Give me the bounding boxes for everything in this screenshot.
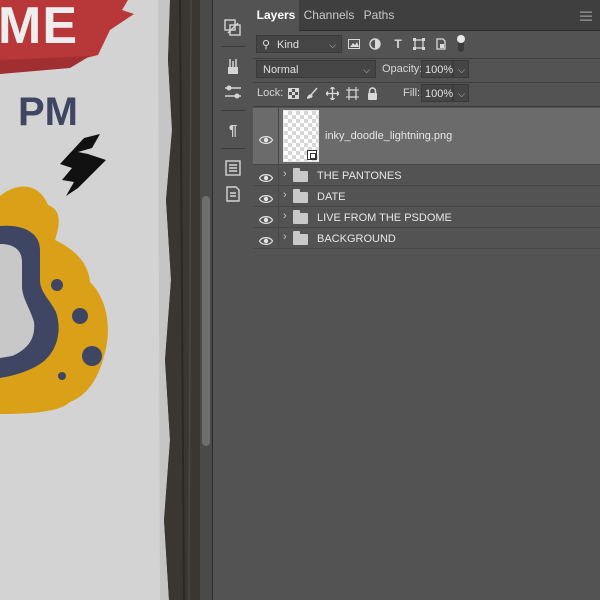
layer-row[interactable]: › DATE	[253, 186, 600, 207]
brushes-icon[interactable]	[223, 56, 243, 76]
canvas-vertical-scrollbar[interactable]	[200, 0, 212, 600]
layer-name[interactable]: LIVE FROM THE PSDOME	[317, 212, 452, 224]
folder-icon	[293, 189, 308, 203]
column-divider	[278, 228, 279, 248]
image-filter-icon[interactable]	[346, 36, 362, 52]
filter-kind-select[interactable]: ⚲ Kind ⌵	[256, 35, 342, 53]
chevron-down-icon: ⌵	[458, 89, 465, 99]
column-divider	[278, 108, 279, 164]
layer-row[interactable]: › BACKGROUND	[253, 228, 600, 249]
visibility-eye-icon[interactable]	[258, 233, 274, 245]
filter-row: ⚲ Kind ⌵ T	[253, 34, 600, 58]
folder-icon	[293, 168, 308, 182]
visibility-eye-icon[interactable]	[258, 191, 274, 203]
notes-icon[interactable]	[223, 184, 243, 204]
type-filter-icon[interactable]: T	[390, 36, 406, 52]
tool-divider	[221, 46, 245, 47]
lock-row: Lock: Fill: 100% ⌵	[253, 83, 600, 107]
document-canvas[interactable]: ME PM	[0, 0, 200, 600]
layer-thumbnail[interactable]	[283, 110, 319, 162]
lock-image-pixels-icon[interactable]	[305, 85, 321, 101]
layer-row[interactable]: › THE PANTONES	[253, 165, 600, 186]
lock-all-icon[interactable]	[364, 85, 380, 101]
opacity-input[interactable]: 100%	[421, 60, 453, 78]
blend-row: Normal ⌵ Opacity: 100% ⌵	[253, 59, 600, 83]
panel-tab-bar: Layers Channels Paths — — —	[253, 0, 600, 31]
fill-label: Fill:	[403, 87, 421, 99]
lock-label: Lock:	[257, 87, 284, 99]
lock-artboard-icon[interactable]	[344, 85, 360, 101]
chevron-down-icon: ⌵	[363, 65, 370, 75]
layers-list: inky_doodle_lightning.png › THE PANTONES…	[253, 108, 600, 252]
scrollbar-thumb[interactable]	[202, 196, 210, 446]
expand-caret-icon[interactable]: ›	[283, 210, 287, 222]
column-divider	[278, 207, 279, 227]
panel-menu-icon[interactable]: — — —	[580, 5, 592, 25]
lock-transparent-pixels-icon[interactable]	[285, 85, 301, 101]
visibility-eye-icon[interactable]	[258, 170, 274, 182]
shape-filter-icon[interactable]	[411, 36, 427, 52]
folder-icon	[293, 231, 308, 245]
adjust-icon[interactable]	[223, 82, 243, 102]
layer-row[interactable]: inky_doodle_lightning.png	[253, 108, 600, 165]
chevron-down-icon: ⌵	[458, 65, 465, 75]
visibility-eye-icon[interactable]	[258, 212, 274, 224]
libraries-icon[interactable]	[223, 18, 243, 38]
smart-object-badge-icon	[307, 150, 317, 160]
layer-name[interactable]: THE PANTONES	[317, 170, 402, 182]
column-divider	[278, 165, 279, 185]
panel-icon-strip: ¶	[212, 0, 254, 600]
chevron-down-icon: ⌵	[329, 40, 336, 50]
expand-caret-icon[interactable]: ›	[283, 189, 287, 201]
column-divider	[278, 186, 279, 206]
divider	[253, 106, 600, 107]
layer-name[interactable]: DATE	[317, 191, 346, 203]
filter-toggle[interactable]	[457, 35, 465, 52]
folder-icon	[293, 210, 308, 224]
artwork-time-text: PM	[18, 90, 78, 134]
properties-icon[interactable]	[223, 158, 243, 178]
paragraph-icon[interactable]: ¶	[223, 120, 243, 140]
tab-paths[interactable]: Paths	[359, 0, 399, 30]
layer-row[interactable]: › LIVE FROM THE PSDOME	[253, 207, 600, 228]
expand-caret-icon[interactable]: ›	[283, 231, 287, 243]
lock-position-icon[interactable]	[324, 85, 340, 101]
tool-divider	[221, 110, 245, 111]
blend-mode-value: Normal	[263, 64, 299, 76]
expand-caret-icon[interactable]: ›	[283, 168, 287, 180]
tool-divider	[221, 148, 245, 149]
smartobject-filter-icon[interactable]	[433, 36, 449, 52]
layer-name[interactable]: inky_doodle_lightning.png	[325, 130, 452, 142]
blend-mode-select[interactable]: Normal ⌵	[256, 60, 376, 78]
layer-name[interactable]: BACKGROUND	[317, 233, 396, 245]
tab-layers[interactable]: Layers	[253, 0, 299, 31]
adjustment-filter-icon[interactable]	[367, 36, 383, 52]
opacity-dropdown[interactable]: ⌵	[453, 60, 469, 78]
search-icon: ⚲	[262, 39, 271, 51]
fill-input[interactable]: 100%	[421, 84, 453, 102]
filter-toggle-knob	[457, 35, 465, 43]
artwork-headline-text: ME	[0, 0, 78, 55]
filter-kind-label: Kind	[277, 39, 300, 51]
opacity-label: Opacity:	[382, 63, 423, 75]
fill-dropdown[interactable]: ⌵	[453, 84, 469, 102]
visibility-eye-icon[interactable]	[258, 132, 274, 144]
layers-panel: Layers Channels Paths — — — ⚲ Kind ⌵ T N…	[253, 0, 600, 600]
tab-channels[interactable]: Channels	[301, 0, 357, 30]
